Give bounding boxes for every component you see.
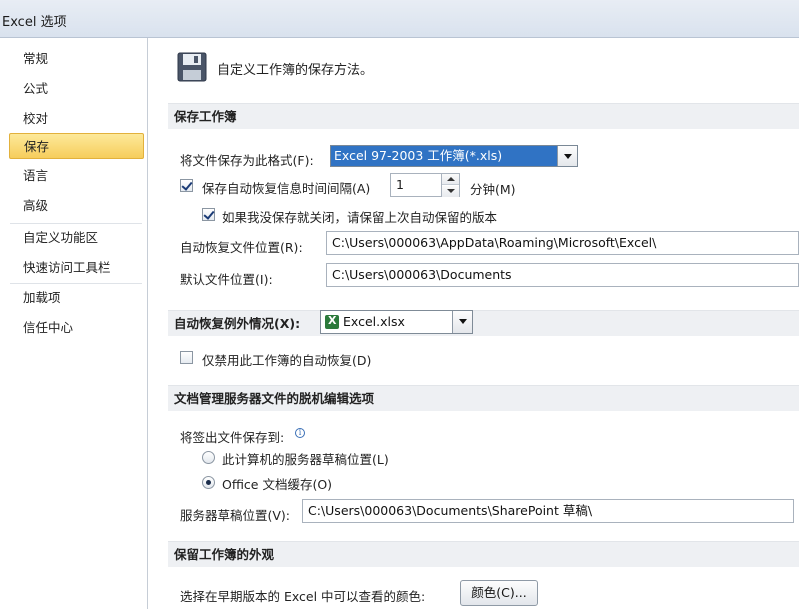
sidebar-item-general[interactable]: 常规 [9, 46, 144, 72]
sidebar-item-save[interactable]: 保存 [9, 133, 144, 159]
default-location-label: 默认文件位置(I): [180, 272, 273, 287]
sidebar-item-quick-access-toolbar[interactable]: 快速访问工具栏 [9, 255, 144, 281]
dropdown-arrow-icon[interactable] [452, 311, 472, 333]
radio-server-drafts[interactable] [202, 451, 215, 464]
sidebar: 常规 公式 校对 保存 语言 高级 自定义功能区 快速访问工具栏 加载项 信任中… [6, 38, 148, 609]
autorecover-location-field[interactable]: C:\Users\000063\AppData\Roaming\Microsof… [326, 231, 799, 255]
save-disk-icon [177, 52, 207, 82]
main-panel: 自定义工作簿的保存方法。 保存工作簿 将文件保存为此格式(F): Excel 9… [160, 38, 799, 609]
sidebar-item-language[interactable]: 语言 [9, 163, 144, 189]
spin-down-icon[interactable] [442, 186, 459, 197]
window-title: Excel 选项 [2, 15, 67, 30]
save-format-select[interactable]: Excel 97-2003 工作簿(*.xls) [330, 145, 578, 167]
sidebar-divider [10, 283, 142, 284]
autorecover-workbook-value: Excel.xlsx [343, 314, 405, 329]
section-save-workbooks: 保存工作簿 [168, 103, 799, 129]
drafts-location-field[interactable]: C:\Users\000063\Documents\SharePoint 草稿\ [302, 499, 794, 523]
default-location-field[interactable]: C:\Users\000063\Documents [326, 263, 799, 287]
autorecover-label: 保存自动恢复信息时间间隔(A) [202, 181, 371, 196]
keep-last-version-label: 如果我没保存就关闭，请保留上次自动保留的版本 [222, 210, 498, 225]
section-preserve-appearance: 保留工作簿的外观 [168, 541, 799, 567]
page-description: 自定义工作簿的保存方法。 [217, 63, 374, 78]
radio-office-cache[interactable] [202, 476, 215, 489]
section-autorecover-exceptions: 自动恢复例外情况(X): [168, 310, 799, 336]
autorecover-workbook-select[interactable]: Excel.xlsx [320, 310, 473, 334]
autorecover-minutes-input[interactable]: 1 [390, 173, 442, 197]
disable-autorecover-label: 仅禁用此工作簿的自动恢复(D) [202, 353, 372, 368]
keep-last-version-checkbox[interactable] [202, 208, 215, 221]
drafts-location-label: 服务器草稿位置(V): [180, 508, 291, 523]
radio-office-cache-label: Office 文档缓存(O) [222, 477, 333, 492]
sidebar-item-customize-ribbon[interactable]: 自定义功能区 [9, 225, 144, 251]
sidebar-item-formulas[interactable]: 公式 [9, 76, 144, 102]
minutes-label: 分钟(M) [470, 182, 516, 197]
spin-up-icon[interactable] [442, 174, 459, 185]
save-format-value: Excel 97-2003 工作簿(*.xls) [331, 146, 557, 166]
autorecover-checkbox[interactable] [180, 179, 193, 192]
section-offline-editing: 文档管理服务器文件的脱机编辑选项 [168, 385, 799, 411]
colors-button[interactable]: 颜色(C)... [460, 580, 538, 606]
title-bar: Excel 选项 [0, 0, 799, 38]
info-icon: i [295, 428, 305, 438]
autorecover-location-label: 自动恢复文件位置(R): [180, 240, 303, 255]
sidebar-divider [10, 223, 142, 224]
sidebar-item-advanced[interactable]: 高级 [9, 193, 144, 219]
sidebar-item-trust-center[interactable]: 信任中心 [9, 315, 144, 341]
colors-label: 选择在早期版本的 Excel 中可以查看的颜色: [180, 589, 426, 604]
sidebar-item-add-ins[interactable]: 加载项 [9, 285, 144, 311]
disable-autorecover-checkbox[interactable] [180, 351, 193, 364]
autorecover-spinner[interactable] [442, 173, 460, 197]
save-checked-out-label: 将签出文件保存到: [180, 430, 285, 445]
radio-server-drafts-label: 此计算机的服务器草稿位置(L) [222, 452, 389, 467]
excel-file-icon [325, 314, 339, 329]
sidebar-item-proofing[interactable]: 校对 [9, 106, 144, 132]
dropdown-arrow-icon[interactable] [557, 146, 577, 166]
save-format-label: 将文件保存为此格式(F): [180, 153, 314, 168]
